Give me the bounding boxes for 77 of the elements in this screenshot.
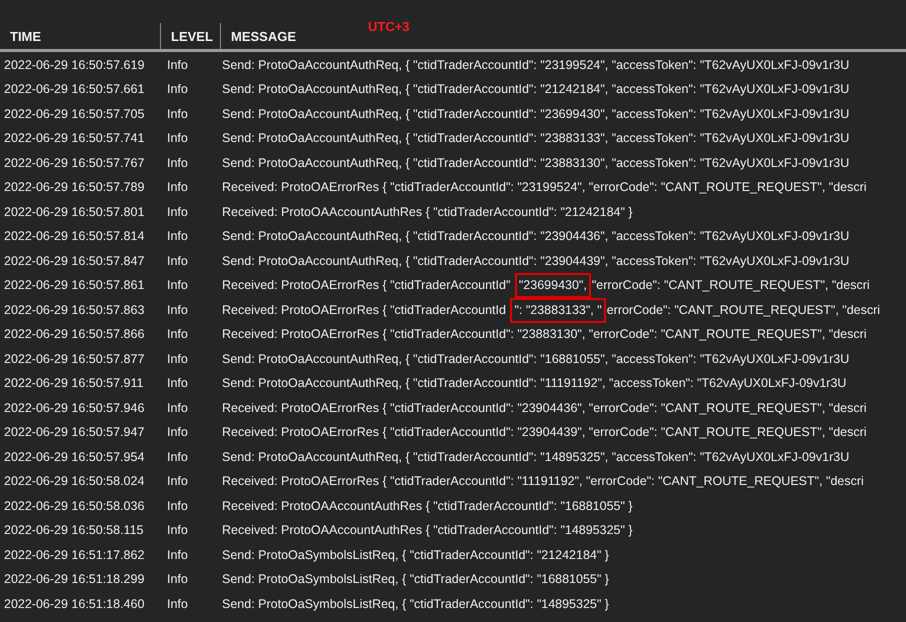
message-text: Send: ProtoOaAccountAuthReq, { "ctidTraderAccountId": "23904436", "accessToken": "T62vAyUX0LxFJ-09v1r3U	[222, 228, 850, 246]
time-cell: 2022-06-29 16:50:57.863	[4, 302, 144, 317]
time-cell: 2022-06-29 16:50:57.847	[4, 254, 144, 268]
time-cell: 2022-06-29 16:50:58.024	[4, 474, 144, 488]
message-text: Send: ProtoOaSymbolsListReq, { "ctidTraderAccountId": "21242184" }	[222, 546, 609, 564]
time-cell: 2022-06-29 16:50:57.789	[4, 180, 144, 194]
time-cell: 2022-06-29 16:51:18.299	[4, 572, 144, 586]
level-cell: Info	[167, 278, 188, 292]
time-cell: 2022-06-29 16:50:57.861	[4, 278, 144, 292]
time-cell: 2022-06-29 16:50:57.661	[4, 82, 144, 96]
level-cell: Info	[167, 327, 188, 342]
level-cell: Info	[167, 523, 188, 538]
message-text: Received: ProtoOAErrorRes { "ctidTraderAccountId	[222, 302, 507, 319]
message-text: Received: ProtoOAErrorRes { "ctidTraderAccountId": "11191192", "errorCode": "CANT_ROUTE_REQUEST", "descri	[222, 473, 864, 490]
message-text: Send: ProtoOaAccountAuthReq, { "ctidTraderAccountId": "23904439", "accessToken": "T62vAyUX0LxFJ-09v1r3U	[222, 252, 850, 270]
level-cell: Info	[167, 131, 188, 146]
level-cell: Info	[167, 254, 188, 268]
time-cell: 2022-06-29 16:51:17.862	[4, 548, 144, 562]
time-cell: 2022-06-29 16:51:18.460	[4, 596, 144, 611]
message-text: Received: ProtoOAAccountAuthRes { "ctidTraderAccountId": "14895325" }	[222, 522, 633, 540]
message-text: Send: ProtoOaSymbolsListReq, { "ctidTraderAccountId": "14895325" }	[222, 596, 609, 613]
level-cell: Info	[167, 596, 188, 611]
level-cell: Info	[167, 156, 188, 170]
message-text: Send: ProtoOaSymbolsListReq, { "ctidTraderAccountId": "16881055" }	[222, 571, 609, 588]
message-text: Received: ProtoOAAccountAuthRes { "ctidTraderAccountId": "21242184" }	[222, 204, 633, 221]
column-header[interactable]: MESSAGE	[231, 26, 296, 46]
message-text: Send: ProtoOaAccountAuthReq, { "ctidTraderAccountId": "14895325", "accessToken": "T62vAyUX0LxFJ-09v1r3U	[222, 448, 850, 466]
level-cell: Info	[167, 82, 188, 96]
message-text: Send: ProtoOaAccountAuthReq, { "ctidTraderAccountId": "23699430", "accessToken": "T62vAyUX0LxFJ-09v1r3U	[222, 106, 850, 123]
message-text: Received: ProtoOAErrorRes { "ctidTraderAccountId": "23904439", "errorCode": "CANT_ROUTE_REQUEST", "descri	[222, 424, 867, 442]
message-text: Received: ProtoOAErrorRes { "ctidTraderAccountId"	[222, 277, 512, 294]
level-cell: Info	[167, 106, 188, 121]
message-text: Send: ProtoOaAccountAuthReq, { "ctidTraderAccountId": "23199524", "accessToken": "T62vAyUX0LxFJ-09v1r3U	[222, 56, 850, 74]
message-text: errorCode": "CANT_ROUTE_REQUEST", "descri	[606, 302, 880, 319]
time-cell: 2022-06-29 16:50:57.814	[4, 229, 144, 244]
level-cell: Info	[167, 425, 188, 440]
level-cell: Info	[167, 572, 188, 586]
time-cell: 2022-06-29 16:50:57.911	[4, 376, 144, 390]
time-cell: 2022-06-29 16:50:57.801	[4, 204, 144, 219]
time-cell: 2022-06-29 16:50:57.705	[4, 106, 144, 121]
level-cell: Info	[167, 400, 188, 415]
time-cell: 2022-06-29 16:50:57.741	[4, 131, 144, 146]
time-cell: 2022-06-29 16:50:57.954	[4, 450, 144, 464]
message-text: "errorCode": "CANT_ROUTE_REQUEST", "descri	[592, 277, 870, 294]
time-cell: 2022-06-29 16:50:58.036	[4, 498, 144, 513]
level-cell: Info	[167, 450, 188, 464]
message-text: Send: ProtoOaAccountAuthReq, { "ctidTraderAccountId": "23883130", "accessToken": "T62vAyUX0LxFJ-09v1r3U	[222, 154, 850, 172]
message-text: Send: ProtoOaAccountAuthReq, { "ctidTraderAccountId": "23883133", "accessToken": "T62vAyUX0LxFJ-09v1r3U	[222, 130, 850, 148]
level-cell: Info	[167, 229, 188, 244]
level-cell: Info	[167, 58, 188, 72]
time-cell: 2022-06-29 16:50:57.619	[4, 58, 144, 72]
highlighted-text: "23699430",	[514, 273, 591, 298]
level-cell: Info	[167, 498, 188, 513]
column-header[interactable]: LEVEL	[171, 26, 213, 46]
time-cell: 2022-06-29 16:50:57.866	[4, 327, 144, 342]
message-text: Send: ProtoOaAccountAuthReq, { "ctidTraderAccountId": "11191192", "accessToken": "T62vAyUX0LxFJ-09v1r3U	[222, 375, 846, 392]
time-cell: 2022-06-29 16:50:57.947	[4, 425, 144, 440]
time-cell: 2022-06-29 16:50:57.767	[4, 156, 144, 170]
level-cell: Info	[167, 474, 188, 488]
time-cell: 2022-06-29 16:50:58.115	[4, 523, 144, 538]
level-cell: Info	[167, 180, 188, 194]
level-cell: Info	[167, 548, 188, 562]
time-cell: 2022-06-29 16:50:57.946	[4, 400, 144, 415]
level-cell: Info	[167, 352, 188, 366]
level-cell: Info	[167, 204, 188, 219]
column-header[interactable]: TIME	[10, 26, 42, 46]
timezone-annotation: UTC+3	[368, 18, 410, 36]
message-text: Send: ProtoOaAccountAuthReq, { "ctidTraderAccountId": "21242184", "accessToken": "T62vAyUX0LxFJ-09v1r3U	[222, 81, 850, 98]
message-text: Received: ProtoOAErrorRes { "ctidTraderAccountId": "23904436", "errorCode": "CANT_ROUTE_REQUEST", "descri	[222, 400, 867, 417]
level-cell: Info	[167, 376, 188, 390]
message-text: Received: ProtoOAErrorRes { "ctidTraderAccountId": "23199524", "errorCode": "CANT_ROUTE_REQUEST", "descri	[222, 179, 867, 196]
message-text: Received: ProtoOAErrorRes { "ctidTraderAccountId": "23883130", "errorCode": "CANT_ROUTE_REQUEST", "descri	[222, 326, 867, 344]
level-cell: Info	[167, 302, 188, 317]
time-cell: 2022-06-29 16:50:57.877	[4, 352, 144, 366]
highlighted-text: ": "23883133", "	[510, 298, 606, 323]
message-text: Received: ProtoOAAccountAuthRes { "ctidTraderAccountId": "16881055" }	[222, 498, 633, 515]
message-text: Send: ProtoOaAccountAuthReq, { "ctidTraderAccountId": "16881055", "accessToken": "T62vAyUX0LxFJ-09v1r3U	[222, 350, 850, 368]
